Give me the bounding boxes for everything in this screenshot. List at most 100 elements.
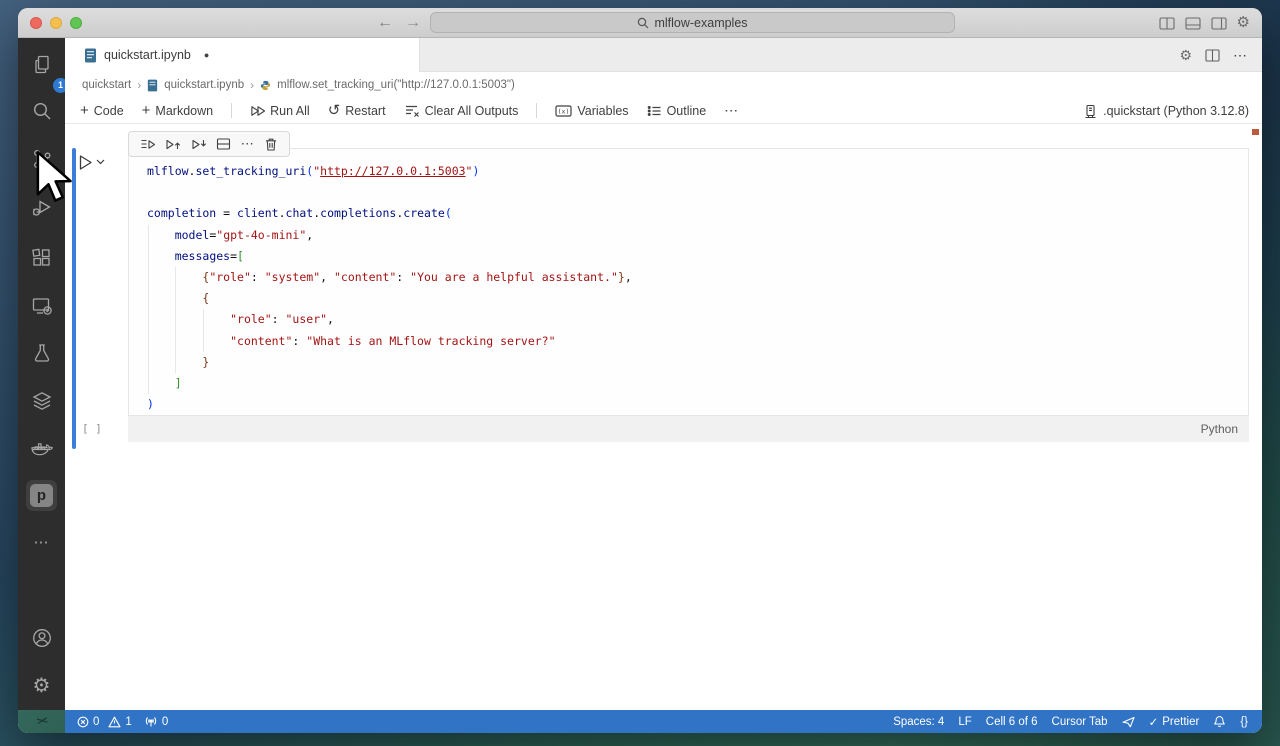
status-bar: 0 1 0 Spaces: 4 LF Cell 6 of 6 Cursor Ta… <box>65 710 1262 733</box>
cell-toolbar: ⋯ <box>128 131 290 157</box>
run-all-icon <box>251 105 266 116</box>
variables-button[interactable]: (x) Variables <box>555 103 629 118</box>
cell-language-picker[interactable]: Python <box>1201 422 1238 436</box>
docker-whale-icon <box>31 442 53 455</box>
sidebar-item-layers[interactable] <box>29 388 54 413</box>
split-editor-icon[interactable] <box>1205 48 1220 62</box>
sidebar-item-explorer[interactable]: 1 <box>29 52 68 93</box>
tab-bar: quickstart.ipynb ● ⚙ ⋯ <box>65 38 1262 72</box>
add-markdown-cell-button[interactable]: + Markdown <box>142 103 214 118</box>
kernel-picker[interactable]: .quickstart (Python 3.12.8) <box>1084 98 1249 124</box>
overview-ruler-warning-marker <box>1252 129 1259 135</box>
editor-actions-more-icon[interactable]: ⋯ <box>1233 47 1248 64</box>
indentation-indicator[interactable]: Spaces: 4 <box>893 716 944 728</box>
chevron-right-icon: › <box>137 78 142 92</box>
sidebar-item-docker[interactable] <box>29 436 54 461</box>
paper-plane-icon[interactable] <box>1122 716 1135 728</box>
error-count: 0 <box>93 715 100 728</box>
kernel-icon <box>1085 104 1096 118</box>
plus-icon: + <box>80 101 89 119</box>
p-extension-icon: p <box>30 484 53 507</box>
clear-outputs-icon <box>405 105 419 117</box>
tab-quickstart-ipynb[interactable]: quickstart.ipynb ● <box>65 38 420 72</box>
close-window-button[interactable] <box>30 17 42 29</box>
restart-icon: ↺ <box>327 101 341 119</box>
source-control-branch-icon <box>33 149 50 168</box>
sidebar-item-testing[interactable] <box>29 340 54 365</box>
run-cells-below-icon[interactable] <box>191 137 207 152</box>
split-cell-icon[interactable] <box>216 137 231 151</box>
cell-more-actions-icon[interactable]: ⋯ <box>241 137 255 150</box>
formatter-indicator[interactable]: ✓ Prettier <box>1149 715 1200 729</box>
gear-icon: ⚙ <box>32 675 51 697</box>
add-markdown-label: Markdown <box>155 103 214 118</box>
sidebar-item-search[interactable] <box>29 98 54 123</box>
run-cells-above-icon[interactable] <box>165 137 181 152</box>
brackets-indicator[interactable]: {} <box>1240 716 1248 728</box>
settings-gear-button[interactable]: ⚙ <box>29 673 54 698</box>
tab-gear-icon[interactable]: ⚙ <box>1179 46 1192 64</box>
files-icon <box>34 55 49 73</box>
sidebar-item-extensions[interactable] <box>29 245 54 270</box>
remote-icon: >< <box>35 715 48 728</box>
window-title-search[interactable]: mlflow-examples <box>430 12 955 33</box>
breadcrumb: quickstart › quickstart.ipynb › mlflow.s… <box>65 72 1262 98</box>
breadcrumb-file[interactable]: quickstart.ipynb <box>164 79 244 91</box>
breadcrumb-folder[interactable]: quickstart <box>82 79 131 91</box>
clear-outputs-label: Clear All Outputs <box>424 103 519 118</box>
sidebar-item-p-extension[interactable]: p <box>26 480 57 511</box>
forward-button[interactable]: → <box>402 12 424 34</box>
titlebar: ← → mlflow-examples ⚙ <box>18 8 1262 38</box>
toggle-primary-sidebar-icon[interactable] <box>1158 16 1175 30</box>
execute-cells-icon[interactable] <box>140 137 156 152</box>
kernel-label: .quickstart (Python 3.12.8) <box>1103 104 1249 118</box>
broadcast-icon <box>145 717 157 727</box>
layers-stack-icon <box>32 391 51 410</box>
eol-indicator[interactable]: LF <box>958 716 971 728</box>
run-debug-icon <box>32 199 51 216</box>
account-button[interactable] <box>29 625 54 650</box>
execution-count: [ ] <box>82 422 102 435</box>
notebook-file-icon <box>85 48 96 62</box>
outline-label: Outline <box>666 103 707 118</box>
code-content[interactable]: mlflow.set_tracking_uri("http://127.0.0.… <box>147 161 632 415</box>
bell-icon[interactable] <box>1213 715 1226 728</box>
check-icon: ✓ <box>1148 716 1159 729</box>
add-code-cell-button[interactable]: + Code <box>80 101 124 119</box>
app-window: ← → mlflow-examples ⚙ 1 p ⋯ ⚙ quickstart… <box>18 8 1262 733</box>
remote-indicator[interactable]: >< <box>18 710 65 733</box>
breadcrumb-symbol[interactable]: mlflow.set_tracking_uri("http://127.0.0.… <box>277 79 515 91</box>
minimize-window-button[interactable] <box>50 17 62 29</box>
cursor-tab-indicator[interactable]: Cursor Tab <box>1052 716 1108 728</box>
cell-position-indicator[interactable]: Cell 6 of 6 <box>986 716 1038 728</box>
chevron-right-icon: › <box>250 78 255 92</box>
toggle-secondary-sidebar-icon[interactable] <box>1210 16 1227 30</box>
back-button[interactable]: ← <box>374 12 396 34</box>
variables-label: Variables <box>577 103 629 118</box>
variables-icon: (x) <box>555 104 572 117</box>
toggle-panel-icon[interactable] <box>1184 16 1201 30</box>
delete-cell-icon[interactable] <box>264 137 278 152</box>
zoom-window-button[interactable] <box>70 17 82 29</box>
toolbar-more-icon[interactable]: ⋯ <box>724 102 739 119</box>
sidebar-item-source-control[interactable] <box>29 146 54 171</box>
remote-explorer-icon <box>32 297 52 315</box>
toolbar-divider <box>536 103 538 118</box>
notebook-file-icon <box>148 79 158 91</box>
modified-dot-icon[interactable]: ● <box>204 50 209 60</box>
sidebar-item-remote-explorer[interactable] <box>29 293 54 318</box>
run-all-button[interactable]: Run All <box>250 104 310 118</box>
window-title: mlflow-examples <box>654 15 748 30</box>
run-cell-button[interactable] <box>78 152 114 172</box>
clear-all-outputs-button[interactable]: Clear All Outputs <box>404 103 519 118</box>
additional-views-ellipsis-icon[interactable]: ⋯ <box>18 533 65 551</box>
restart-button[interactable]: ↺ Restart <box>327 101 386 119</box>
titlebar-settings-gear-icon[interactable]: ⚙ <box>1237 14 1250 32</box>
play-icon <box>79 154 92 170</box>
problems-indicator[interactable]: 0 1 <box>77 716 132 728</box>
ports-indicator[interactable]: 0 <box>144 715 168 728</box>
outline-button[interactable]: Outline <box>647 103 707 118</box>
chevron-down-icon <box>96 159 105 165</box>
sidebar-item-run-debug[interactable] <box>29 194 54 219</box>
search-icon <box>33 102 50 119</box>
